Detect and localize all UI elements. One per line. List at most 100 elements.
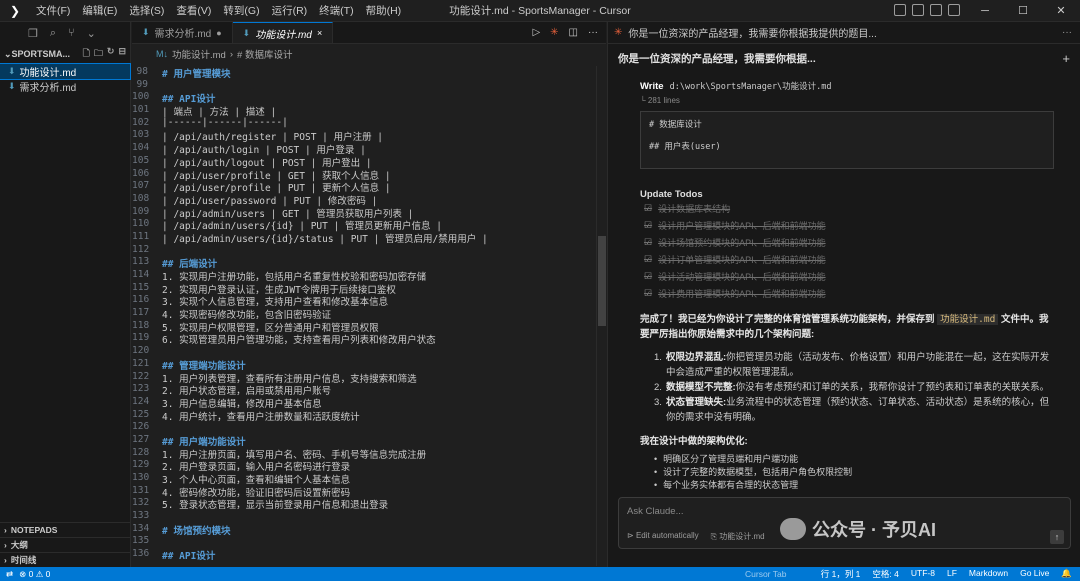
chevron-down-icon[interactable]: ⌄	[87, 27, 96, 40]
new-file-icon[interactable]: 🗋	[83, 46, 90, 62]
close-window-button[interactable]: ✕	[1042, 0, 1080, 22]
line-number: 136	[132, 548, 150, 560]
explorer-section[interactable]: › 大纲	[0, 537, 131, 552]
chat-tab[interactable]: ✳ 你是一位资深的产品经理，我需要你根据我提供的题目... ···	[608, 22, 1080, 44]
editor-tab[interactable]: ⬇ 需求分析.md ●	[132, 22, 233, 43]
line-number: 133	[132, 510, 150, 522]
maximize-button[interactable]: ☐	[1004, 0, 1042, 22]
new-chat-icon[interactable]: +	[1062, 51, 1080, 66]
title-bar: ❯ 文件(F) 编辑(E) 选择(S) 查看(V) 转到(G) 运行(R) 终端(T) 帮助(…	[0, 0, 1080, 22]
indent-setting[interactable]: 空格: 4	[872, 568, 898, 580]
file-name: 需求分析.md	[19, 83, 77, 94]
refresh-icon[interactable]: ↻	[107, 46, 115, 62]
close-icon[interactable]: ×	[317, 28, 322, 38]
files-icon[interactable]: ❐	[28, 27, 38, 40]
line-text: | /api/auth/logout | POST | 用户登出 |	[162, 157, 372, 169]
line-text: | /api/admin/users/{id}/status | PUT | 管…	[162, 233, 488, 245]
write-preview: # 数据库设计 ## 用户表(user)	[640, 111, 1054, 169]
run-icon[interactable]: ▷	[532, 27, 540, 38]
menu-item[interactable]: 编辑(E)	[76, 3, 123, 18]
composer-input[interactable]: Ask Claude...	[627, 506, 684, 517]
issue-item: 2. 数据模型不完整:你没有考虑预约和订单的关系，我帮你设计了预约表和订单表的关联…	[654, 380, 1057, 395]
workspace-name: SPORTSMA...	[11, 49, 71, 59]
breadcrumb-file[interactable]: 功能设计.md	[172, 47, 226, 61]
code-line: 117 4. 实现密码修改功能，包含旧密码验证	[132, 307, 596, 321]
menu-item[interactable]: 选择(S)	[123, 3, 170, 18]
explorer-sidebar: ❐ ⌕ ⑂ ⌄ ⌄ SPORTSMA... 🗋 🗀 ↻ ⊟ ⬇ 功能设计.md ⬇ 需…	[0, 22, 131, 567]
line-text: ## 后端设计	[162, 259, 218, 271]
split-editor-icon[interactable]: ◫	[569, 27, 578, 38]
end-of-line[interactable]: LF	[947, 568, 957, 580]
write-tool-call[interactable]: Write d:\work\SportsManager\功能设计.md	[640, 80, 1057, 92]
scrollbar-thumb[interactable]	[598, 236, 606, 326]
explorer-header[interactable]: ⌄ SPORTSMA... 🗋 🗀 ↻ ⊟	[0, 44, 130, 64]
file-item[interactable]: ⬇ 需求分析.md	[0, 79, 130, 94]
context-file-option[interactable]: ⎘ 功能设计.md	[711, 531, 765, 542]
code-line: 116 3. 实现个人信息管理，支持用户查看和修改基本信息	[132, 294, 596, 308]
settings-gear-icon[interactable]	[948, 4, 960, 16]
cursor-position[interactable]: 行 1，列 1	[821, 568, 861, 580]
explorer-section[interactable]: › 时间线	[0, 552, 131, 567]
more-actions-icon[interactable]: ···	[588, 27, 598, 38]
collapse-all-icon[interactable]: ⊟	[118, 46, 126, 62]
editor-tab[interactable]: ⬇ 功能设计.md ×	[232, 22, 334, 43]
toggle-secondary-sidebar-icon[interactable]	[930, 4, 942, 16]
toggle-panel-icon[interactable]	[912, 4, 924, 16]
toggle-sidebar-icon[interactable]	[894, 4, 906, 16]
menu-item[interactable]: 帮助(H)	[360, 3, 408, 18]
todo-label: 设计费用管理模块的API、后端和前端功能	[658, 289, 826, 299]
line-text: | /api/auth/login | POST | 用户登录 |	[162, 145, 366, 157]
editor-scrollbar[interactable]	[596, 66, 606, 566]
watermark: 公众号 · 予贝AI	[780, 516, 936, 542]
menu-item[interactable]: 终端(T)	[313, 3, 359, 18]
menu-item[interactable]: 文件(F)	[30, 3, 76, 18]
language-mode[interactable]: Markdown	[969, 568, 1008, 580]
edit-mode-option[interactable]: ⊳ Edit automatically	[627, 531, 699, 542]
todo-item[interactable]: ☑ 设计费用管理模块的API、后端和前端功能	[640, 285, 1057, 302]
edit-mode-label: Edit automatically	[635, 531, 699, 540]
status-bar: ⇄ ⊗ 0 ⚠ 0 Cursor Tab 行 1，列 1 空格: 4 UTF-8…	[0, 567, 1080, 581]
issue-head: 状态管理缺失:	[665, 397, 727, 408]
minimize-button[interactable]: ─	[966, 0, 1004, 22]
code-line: 105 | /api/auth/logout | POST | 用户登出 |	[132, 154, 596, 169]
line-number: 103	[132, 129, 150, 141]
code-line: 135	[132, 535, 596, 548]
notifications-icon[interactable]: 🔔	[1061, 568, 1072, 580]
line-number: 114	[132, 269, 150, 280]
source-control-icon[interactable]: ⑂	[68, 27, 75, 39]
spark-icon[interactable]: ✳	[550, 27, 558, 38]
line-text: | /api/user/profile | GET | 获取个人信息 |	[162, 170, 391, 182]
more-icon[interactable]: ···	[1062, 27, 1072, 38]
todo-item[interactable]: ☑ 设计活动管理模块的API、后端和前端功能	[640, 268, 1057, 285]
markdown-file-icon: ⬇	[8, 66, 16, 76]
cursor-tab-status[interactable]: Cursor Tab	[745, 569, 786, 579]
line-number: 108	[132, 192, 150, 204]
problems-indicator[interactable]: ⊗ 0 ⚠ 0	[19, 569, 50, 580]
line-number: 121	[132, 357, 150, 369]
breadcrumb-symbol[interactable]: # 数据库设计	[237, 47, 292, 61]
remote-indicator-icon[interactable]: ⇄	[6, 569, 13, 580]
send-button[interactable]: ↑	[1050, 530, 1064, 544]
search-icon[interactable]: ⌕	[50, 27, 56, 40]
todo-item[interactable]: ☑ 设计数据库表结构	[640, 200, 1057, 217]
menu-item[interactable]: 运行(R)	[266, 3, 314, 18]
issue-number: 3.	[654, 397, 662, 408]
explorer-section[interactable]: › NOTEPADS	[0, 522, 131, 537]
summary-file-code[interactable]: 功能设计.md	[937, 314, 999, 325]
menu-item[interactable]: 查看(V)	[170, 3, 217, 18]
todo-label: 设计数据库表结构	[658, 204, 731, 214]
new-folder-icon[interactable]: 🗀	[94, 46, 103, 62]
breadcrumb: M↓ 功能设计.md › # 数据库设计	[132, 44, 606, 64]
todo-item[interactable]: ☑ 设计订单管理模块的API、后端和前端功能	[640, 251, 1057, 268]
sidebar-view-icons: ❐ ⌕ ⑂ ⌄	[0, 22, 130, 44]
menu-item[interactable]: 转到(G)	[217, 3, 265, 18]
section-label: 时间线	[10, 555, 37, 565]
encoding[interactable]: UTF-8	[911, 568, 935, 580]
go-live-button[interactable]: Go Live	[1020, 568, 1049, 580]
file-item[interactable]: ⬇ 功能设计.md	[0, 63, 131, 80]
code-editor[interactable]: 98 # 用户管理模块 99 100 ## API设计 101 | 端点 | 方法 | 描述…	[132, 66, 596, 562]
todo-item[interactable]: ☑ 设计场馆预约模块的API、后端和前端功能	[640, 234, 1057, 251]
line-number: 105	[132, 154, 150, 166]
modified-dot-icon[interactable]: ●	[216, 28, 221, 38]
todo-item[interactable]: ☑ 设计用户管理模块的API、后端和前端功能	[640, 217, 1057, 234]
